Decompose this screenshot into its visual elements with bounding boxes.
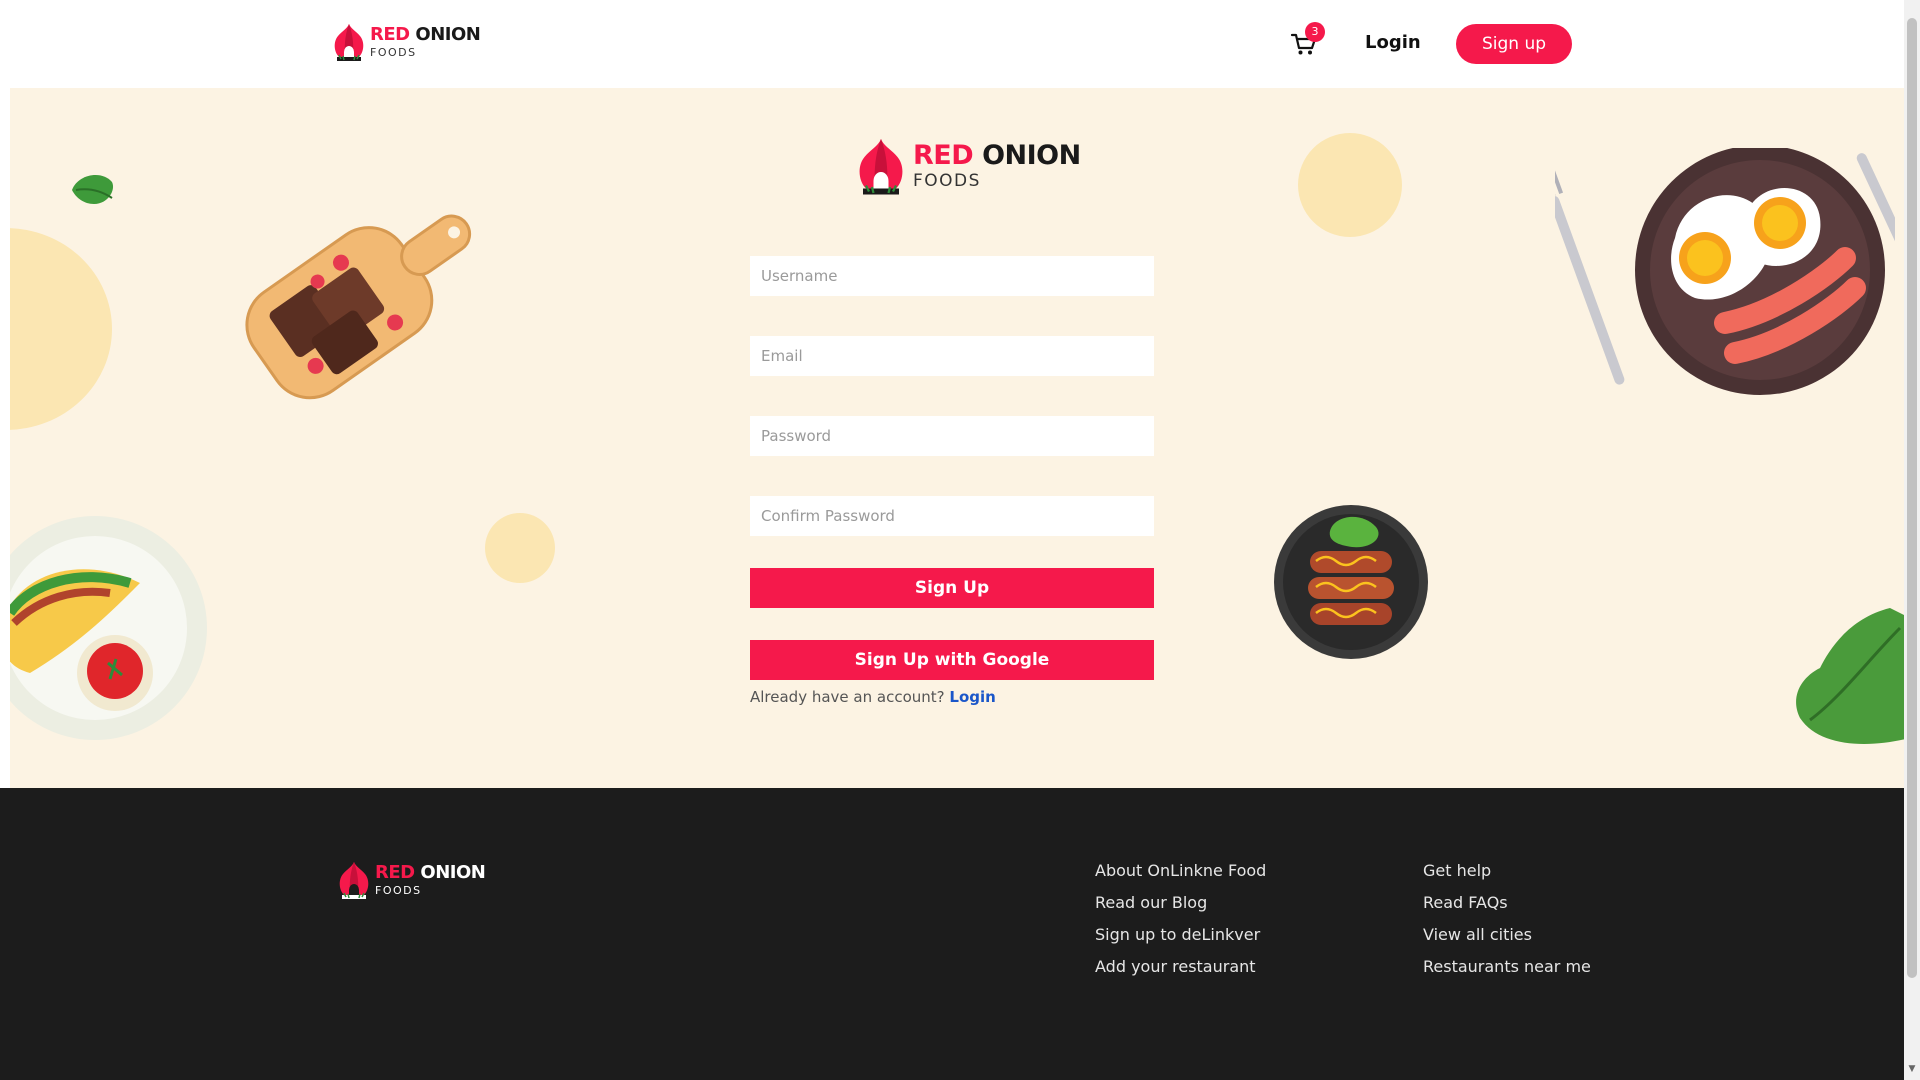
footer-link-restaurants-near[interactable]: Restaurants near me	[1423, 957, 1591, 989]
scrollbar-thumb[interactable]	[1907, 18, 1917, 978]
brand-dark-text: ONION	[415, 24, 481, 45]
taco-plate-illustration	[10, 516, 207, 740]
header-signup-button[interactable]: Sign up	[1456, 24, 1572, 64]
brand-dark-text: ONION	[420, 862, 486, 883]
brand-red-text: RED	[375, 862, 415, 883]
brand-sub-text: FOODS	[375, 884, 422, 897]
onion-logo-icon	[859, 139, 903, 195]
already-text: Already have an account?	[750, 688, 945, 706]
form-login-link[interactable]: Login	[949, 688, 995, 706]
brand-sub-text: FOODS	[370, 46, 417, 59]
username-input[interactable]	[750, 256, 1154, 296]
onion-logo-icon	[334, 24, 364, 61]
password-input[interactable]	[750, 416, 1154, 456]
footer-link-all-cities[interactable]: View all cities	[1423, 925, 1591, 957]
footer-link-signup-deliver[interactable]: Sign up to deLinkver	[1095, 925, 1266, 957]
header-login-link[interactable]: Login	[1365, 32, 1421, 53]
brand-name: RED ONION	[375, 862, 486, 883]
leaf-illustration	[1796, 608, 1904, 744]
breakfast-plate-illustration	[1555, 148, 1895, 395]
form-logo: RED ONION FOODS	[853, 136, 1081, 196]
footer-links-column-2: Get help Read FAQs View all cities Resta…	[1423, 861, 1591, 989]
leaf-illustration	[72, 175, 114, 204]
sausage-plate-illustration	[1274, 505, 1428, 659]
footer-link-blog[interactable]: Read our Blog	[1095, 893, 1266, 925]
already-have-account: Already have an account? Login	[750, 688, 996, 706]
brand-sub-text: FOODS	[913, 171, 981, 191]
brownie-board-illustration	[245, 214, 472, 400]
header: RED ONION FOODS 3 Login Sign up	[0, 0, 1904, 88]
footer: RED ONION FOODS About OnLinkne Food Read…	[0, 788, 1904, 1080]
brand-name: RED ONION	[370, 24, 481, 45]
yellow-circle-decoration	[485, 513, 555, 583]
yellow-circle-decoration	[1298, 133, 1402, 237]
email-input[interactable]	[750, 336, 1154, 376]
brand-dark-text: ONION	[982, 140, 1081, 171]
yellow-circle-decoration	[10, 228, 112, 430]
signup-banner: RED ONION FOODS Sign Up Sign Up with Goo…	[10, 88, 1904, 788]
cart-count-badge: 3	[1305, 22, 1325, 42]
scroll-down-arrow-icon[interactable]: ▼	[1907, 1064, 1917, 1076]
onion-logo-icon	[339, 862, 369, 899]
footer-link-faqs[interactable]: Read FAQs	[1423, 893, 1591, 925]
brand-name: RED ONION	[913, 142, 1081, 169]
header-logo[interactable]: RED ONION FOODS	[332, 22, 481, 62]
brand-red-text: RED	[370, 24, 410, 45]
google-signup-button[interactable]: Sign Up with Google	[750, 640, 1154, 680]
brand-red-text: RED	[913, 140, 974, 171]
footer-links-column-1: About OnLinkne Food Read our Blog Sign u…	[1095, 861, 1266, 989]
footer-logo[interactable]: RED ONION FOODS	[337, 860, 486, 900]
footer-link-about[interactable]: About OnLinkne Food	[1095, 861, 1266, 893]
footer-link-get-help[interactable]: Get help	[1423, 861, 1591, 893]
confirm-password-input[interactable]	[750, 496, 1154, 536]
footer-link-add-restaurant[interactable]: Add your restaurant	[1095, 957, 1266, 989]
signup-submit-button[interactable]: Sign Up	[750, 568, 1154, 608]
